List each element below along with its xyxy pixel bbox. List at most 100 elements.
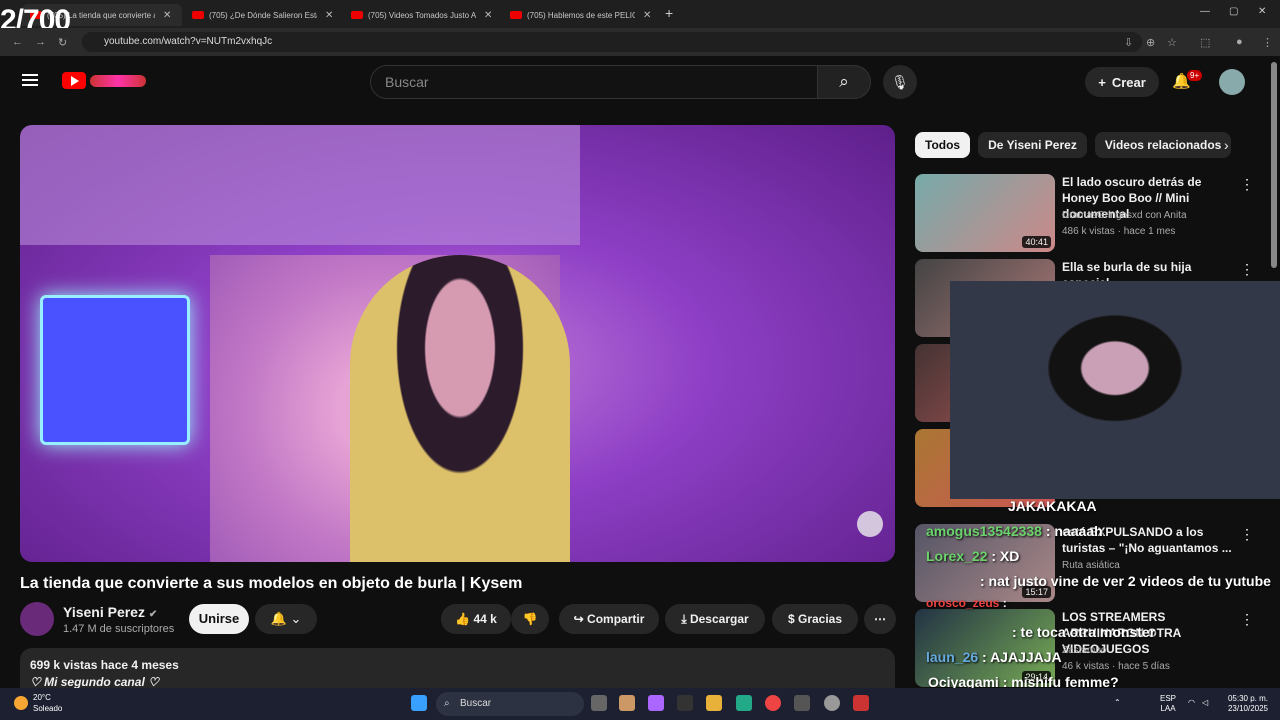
tab-4[interactable]: (705) Hablemos de este PELICU ✕ xyxy=(502,4,662,26)
join-button[interactable]: Unirse xyxy=(189,604,249,634)
task-view-icon[interactable] xyxy=(591,695,607,711)
weather-text: Soleado xyxy=(33,704,63,713)
clock[interactable]: 05:30 p. m. 23/10/2025 xyxy=(1222,694,1268,714)
chat-user: orosco_zeus xyxy=(926,596,1000,610)
more-icon[interactable]: ⋮ xyxy=(1240,176,1254,193)
related-filter-chips: Todos De Yiseni Perez Videos relacionado… xyxy=(915,132,1232,158)
more-actions-button[interactable]: ⋯ xyxy=(864,604,896,634)
youtube-icon xyxy=(192,11,204,19)
close-icon[interactable]: ✕ xyxy=(163,10,171,21)
address-bar: ← → ↻ youtube.com/watch?v=NUTm2vxhqJc ⇩ … xyxy=(0,28,1280,56)
app-icon[interactable] xyxy=(794,695,810,711)
star-icon[interactable]: ☆ xyxy=(1167,36,1177,49)
voice-search-button[interactable]: 🎙 xyxy=(883,65,917,99)
more-icon[interactable]: ⋮ xyxy=(1240,611,1254,628)
taskbar-search[interactable]: ⌕ Buscar xyxy=(436,692,584,716)
app-icon[interactable] xyxy=(619,695,635,711)
chevron-right-icon[interactable]: › xyxy=(1224,137,1229,153)
subscription-bell-button[interactable]: 🔔 ⌄ xyxy=(255,604,317,634)
video-neon-sign xyxy=(40,295,190,445)
logo-doodle[interactable] xyxy=(90,75,146,87)
windows-start-icon[interactable] xyxy=(411,695,427,711)
thanks-label: Gracias xyxy=(797,612,843,626)
chip-channel[interactable]: De Yiseni Perez xyxy=(978,132,1087,158)
rec-channel[interactable]: DramasGringosxd con Anita xyxy=(1062,210,1187,221)
url-field[interactable]: youtube.com/watch?v=NUTm2vxhqJc xyxy=(82,32,1142,52)
profile-icon[interactable]: ● xyxy=(1236,36,1243,48)
maximize-icon[interactable]: ▢ xyxy=(1229,6,1238,17)
back-icon[interactable]: ← xyxy=(12,36,23,48)
chat-message: laun_26 : AJAJJAJA xyxy=(926,649,1062,665)
video-player[interactable] xyxy=(20,125,895,562)
chat-message: JAKAKAKAA xyxy=(1008,498,1097,514)
chat-message: : te toca otra monster xyxy=(1012,624,1155,640)
download-button[interactable]: ⤓ Descargar xyxy=(665,604,765,634)
video-background-shelf xyxy=(20,125,580,245)
rec-channel[interactable]: Ruta asiática xyxy=(1062,560,1120,571)
reload-icon[interactable]: ↻ xyxy=(58,36,67,49)
like-count: 44 k xyxy=(473,612,497,626)
more-icon[interactable]: ⋮ xyxy=(1240,526,1254,543)
forward-icon[interactable]: → xyxy=(35,36,46,48)
new-tab-icon[interactable]: + xyxy=(665,5,673,21)
close-window-icon[interactable]: ✕ xyxy=(1258,6,1266,17)
tab-label: (705) Videos Tomados Justo An xyxy=(368,10,476,20)
create-button[interactable]: + Crear xyxy=(1085,67,1159,97)
avatar[interactable] xyxy=(1219,69,1245,95)
chip-related[interactable]: Videos relacionados xyxy=(1094,132,1232,158)
rec-channel[interactable]: Zastambo xyxy=(1062,645,1106,656)
file-explorer-icon[interactable] xyxy=(706,695,722,711)
volume-icon[interactable]: ◁ xyxy=(1202,698,1208,708)
rec-meta: 486 k vistas · hace 1 mes xyxy=(1062,226,1176,237)
chip-all[interactable]: Todos xyxy=(915,132,971,158)
app-icon[interactable] xyxy=(824,695,840,711)
youtube-icon xyxy=(510,11,522,19)
dislike-button[interactable]: 👎 xyxy=(511,604,549,634)
more-icon[interactable]: ⋮ xyxy=(1240,261,1254,278)
language-indicator[interactable]: ESP LAA xyxy=(1160,694,1176,714)
share-button[interactable]: ↪ Compartir xyxy=(559,604,659,634)
chat-text: : naaaah xyxy=(1045,523,1103,539)
list-item[interactable]: 40:41 El lado oscuro detrás de Honey Boo… xyxy=(915,174,1255,252)
scrollbar[interactable] xyxy=(1271,62,1277,268)
zoom-icon[interactable]: ⊕ xyxy=(1146,36,1155,49)
app-icon[interactable] xyxy=(677,695,693,711)
weather-widget[interactable]: 20°C Soleado xyxy=(33,692,62,714)
close-icon[interactable]: ✕ xyxy=(484,10,492,21)
chevron-up-icon[interactable]: ⌃ xyxy=(1114,698,1121,708)
extensions-icon[interactable]: ⬚ xyxy=(1200,36,1210,49)
chat-text: JAKAKAKAA xyxy=(1008,498,1097,514)
chevron-down-icon: ⌄ xyxy=(290,611,302,626)
channel-watermark-icon[interactable] xyxy=(857,511,883,537)
chrome-icon[interactable] xyxy=(765,695,781,711)
search-icon: ⌕ xyxy=(444,698,450,709)
tab-3[interactable]: (705) Videos Tomados Justo An ✕ xyxy=(343,4,503,26)
search-button[interactable]: ⌕ xyxy=(817,65,871,99)
video-thumbnail[interactable]: 40:41 xyxy=(915,174,1055,252)
chat-user: amogus13542338 xyxy=(926,523,1042,539)
like-button[interactable]: 👍 44 k xyxy=(441,604,511,634)
notification-badge: 9+ xyxy=(1187,70,1203,81)
edge-icon[interactable] xyxy=(736,695,752,711)
close-icon[interactable]: ✕ xyxy=(643,10,651,21)
hamburger-menu-icon[interactable] xyxy=(22,74,38,86)
tab-label: (705) ¿De Dónde Salieron Estas xyxy=(209,10,317,20)
youtube-logo-icon[interactable] xyxy=(62,72,86,89)
taskbar-search-label: Buscar xyxy=(460,698,492,709)
download-icon: ⤓ xyxy=(681,612,687,626)
app-icon[interactable] xyxy=(853,695,869,711)
tab-2[interactable]: (705) ¿De Dónde Salieron Estas ✕ xyxy=(184,4,344,26)
thanks-button[interactable]: $ Gracias xyxy=(772,604,858,634)
minimize-icon[interactable]: — xyxy=(1200,6,1210,17)
channel-avatar[interactable] xyxy=(20,602,54,636)
youtube-header: Buscar ⌕ 🎙 + Crear 🔔 9+ xyxy=(0,56,1280,108)
search-input[interactable]: Buscar xyxy=(370,65,818,99)
copilot-icon[interactable] xyxy=(648,695,664,711)
wifi-icon[interactable]: ◠ xyxy=(1188,698,1195,708)
channel-name[interactable]: Yiseni Perez ✔ xyxy=(63,604,157,620)
menu-icon[interactable]: ⋮ xyxy=(1262,36,1273,49)
close-icon[interactable]: ✕ xyxy=(325,10,333,21)
install-icon[interactable]: ⇩ xyxy=(1124,36,1133,49)
create-label: Crear xyxy=(1111,74,1146,90)
chat-text: : xyxy=(1002,596,1007,610)
